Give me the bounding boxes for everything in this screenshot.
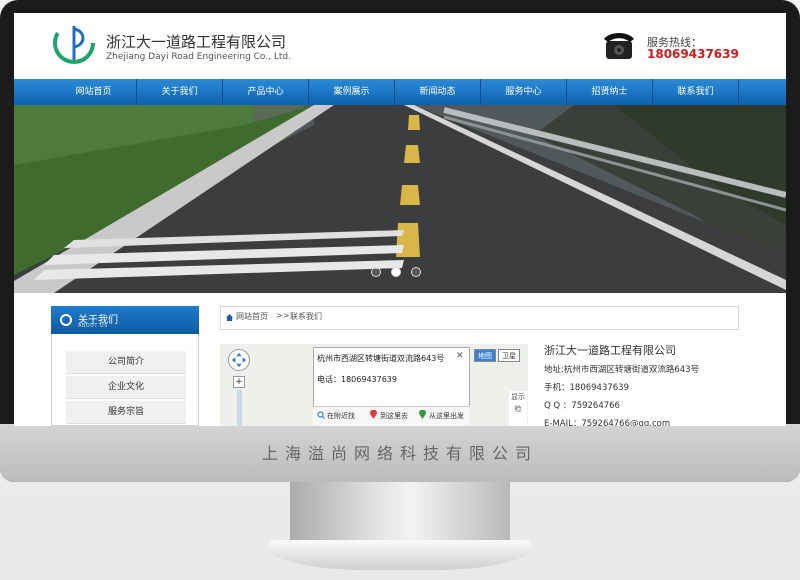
hotline-number: 18069437639 xyxy=(647,47,739,61)
map-zoom-slider[interactable] xyxy=(237,390,242,426)
nav-contact[interactable]: 联系我们 xyxy=(653,79,739,105)
contact-qq: Q Q ：759264766 xyxy=(544,401,620,411)
main-nav: 网站首页 关于我们 产品中心 案例展示 新闻动态 服务中心 招贤纳士 联系我们 xyxy=(14,79,786,105)
contact-email[interactable]: E-MAIL：759264766@qq.com xyxy=(544,417,670,426)
monitor-mockup: 上海溢尚网络科技有限公司 浙江大一道路工程有限公司 Zhejiang Dayi … xyxy=(0,0,800,580)
breadcrumb-home[interactable]: 网站首页 xyxy=(236,311,268,322)
nav-service[interactable]: 服务中心 xyxy=(481,79,567,105)
company-name-cn: 浙江大一道路工程有限公司 xyxy=(106,33,287,51)
banner-dot-3[interactable] xyxy=(411,267,421,277)
popup-link-start-here[interactable]: 从这里出发 xyxy=(429,411,464,421)
nav-jobs[interactable]: 招贤纳士 xyxy=(567,79,653,105)
pin-red-icon xyxy=(370,410,377,419)
popup-address: 杭州市西湖区转塘街道双流路643号 xyxy=(317,354,445,363)
sidebar-item-profile[interactable]: 公司简介 xyxy=(66,351,186,374)
ring-icon xyxy=(60,314,72,326)
telephone-icon xyxy=(604,33,634,59)
contact-mobile: 手机：18069437639 xyxy=(544,383,629,393)
map-zoom-in-button[interactable]: + xyxy=(233,376,245,388)
nav-about[interactable]: 关于我们 xyxy=(137,79,223,105)
home-icon xyxy=(226,314,233,321)
monitor-base xyxy=(268,540,532,570)
sidebar-item-purpose[interactable]: 服务宗旨 xyxy=(66,401,186,424)
search-nearby-icon xyxy=(317,411,325,419)
map-side-panel[interactable]: 显示检 xyxy=(509,391,527,426)
banner-road-image xyxy=(14,105,786,293)
nav-cases[interactable]: 案例展示 xyxy=(309,79,395,105)
pin-green-icon xyxy=(419,410,426,419)
banner-dot-2-active[interactable] xyxy=(391,267,401,277)
contact-company-title: 浙江大一道路工程有限公司 xyxy=(544,344,676,357)
popup-telephone: 电话：18069437639 xyxy=(317,375,397,384)
nav-products[interactable]: 产品中心 xyxy=(223,79,309,105)
breadcrumb-current: 联系我们 xyxy=(290,312,322,321)
monitor-stand xyxy=(290,482,510,544)
map-pan-control-icon[interactable] xyxy=(228,349,250,371)
popup-link-go-here[interactable]: 到这里去 xyxy=(380,411,408,421)
nav-home[interactable]: 网站首页 xyxy=(51,79,137,105)
monitor-caption: 上海溢尚网络科技有限公司 xyxy=(261,444,538,463)
website-screen: 浙江大一道路工程有限公司 Zhejiang Dayi Road Engineer… xyxy=(14,13,786,426)
sidebar-title-en: ABOUT US xyxy=(78,323,108,329)
company-name-en: Zhejiang Dayi Road Engineering Co., Ltd. xyxy=(106,52,291,62)
sidebar-title-bar xyxy=(51,306,199,334)
contact-address: 地址:杭州市西湖区转塘街道双流路643号 xyxy=(544,365,700,375)
popup-link-nearby[interactable]: 在附近找 xyxy=(327,411,355,421)
popup-close-button[interactable]: ✕ xyxy=(456,351,464,361)
company-logo-icon[interactable] xyxy=(52,21,96,65)
map-type-satellite-button[interactable]: 卫星 xyxy=(498,349,520,362)
sidebar-item-culture[interactable]: 企业文化 xyxy=(66,376,186,399)
nav-news[interactable]: 新闻动态 xyxy=(395,79,481,105)
banner-dot-1[interactable] xyxy=(371,267,381,277)
breadcrumb-separator: >> xyxy=(276,311,290,320)
map-type-map-button[interactable]: 地图 xyxy=(474,349,496,362)
